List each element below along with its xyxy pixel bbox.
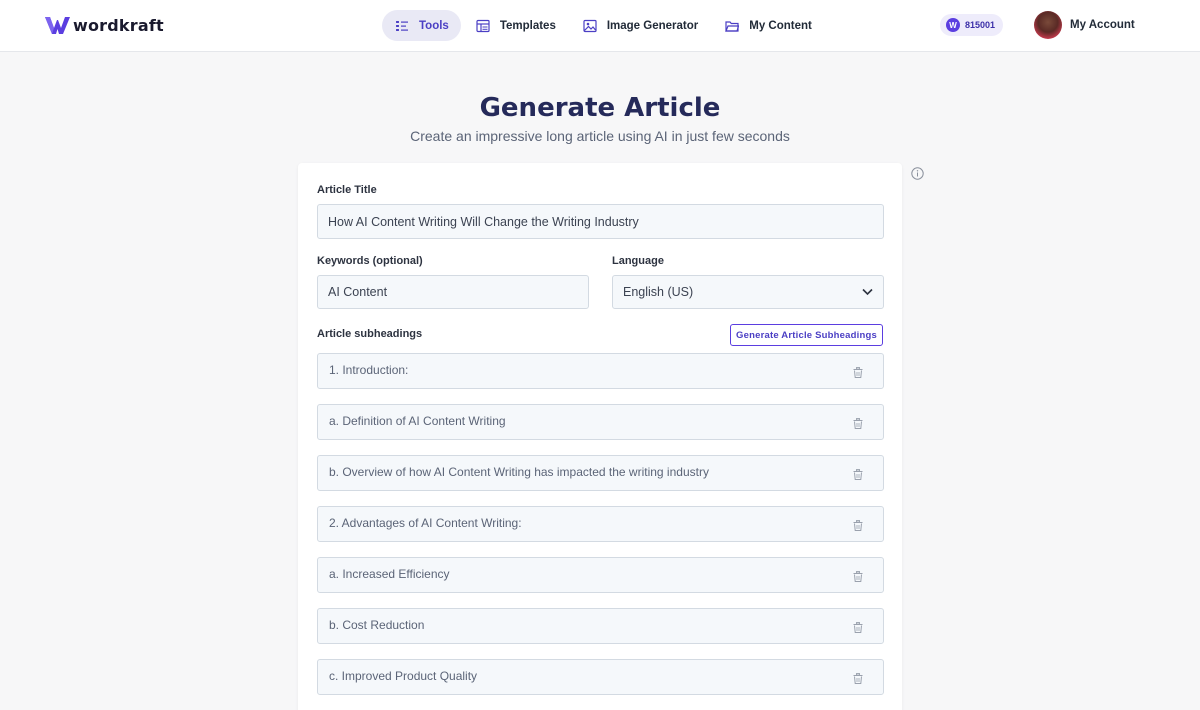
top-nav-bar: wordkraft Tools Templates Image Generato… bbox=[0, 0, 1200, 52]
keywords-input[interactable]: AI Content bbox=[317, 275, 589, 309]
subheadings-label: Article subheadings bbox=[317, 328, 423, 340]
page-subtitle: Create an impressive long article using … bbox=[410, 128, 790, 144]
subheading-row[interactable]: 2. Advantages of AI Content Writing: bbox=[317, 506, 884, 542]
keywords-label: Keywords (optional) bbox=[317, 255, 423, 267]
image-icon bbox=[583, 19, 597, 32]
trash-icon[interactable] bbox=[853, 673, 863, 684]
brand-logo[interactable]: wordkraft bbox=[45, 14, 164, 36]
subheading-row[interactable]: a. Definition of AI Content Writing bbox=[317, 404, 884, 440]
brand-name: wordkraft bbox=[73, 15, 164, 35]
subheading-text[interactable]: b. Overview of how AI Content Writing ha… bbox=[329, 465, 709, 479]
nav-image-generator-label: Image Generator bbox=[606, 19, 699, 32]
info-icon[interactable] bbox=[911, 167, 924, 180]
credits-badge[interactable]: W 815001 bbox=[940, 14, 1003, 36]
nav-my-content-label: My Content bbox=[749, 19, 812, 32]
language-value: English (US) bbox=[623, 285, 694, 299]
subheading-row[interactable]: c. Improved Product Quality bbox=[317, 659, 884, 695]
trash-icon[interactable] bbox=[853, 571, 863, 582]
language-select[interactable]: English (US) bbox=[612, 275, 884, 309]
account-menu[interactable]: My Account bbox=[1034, 11, 1135, 39]
subheading-text[interactable]: c. Improved Product Quality bbox=[329, 669, 477, 683]
subheading-text[interactable]: 1. Introduction: bbox=[329, 363, 408, 377]
subheading-row[interactable]: b. Overview of how AI Content Writing ha… bbox=[317, 455, 884, 491]
trash-icon[interactable] bbox=[853, 469, 863, 480]
trash-icon[interactable] bbox=[853, 418, 863, 429]
nav-image-generator[interactable]: Image Generator bbox=[570, 10, 710, 41]
article-title-label: Article Title bbox=[317, 184, 377, 196]
avatar[interactable] bbox=[1034, 11, 1062, 39]
trash-icon[interactable] bbox=[853, 622, 863, 633]
page-title: Generate Article bbox=[479, 93, 721, 123]
nav-my-content[interactable]: My Content bbox=[712, 10, 824, 41]
credits-coin-icon: W bbox=[946, 18, 960, 32]
subheading-row[interactable]: 1. Introduction: bbox=[317, 353, 884, 389]
generate-subheadings-button[interactable]: Generate Article Subheadings bbox=[730, 324, 883, 346]
nav-tools[interactable]: Tools bbox=[382, 10, 461, 41]
subheading-text[interactable]: a. Increased Efficiency bbox=[329, 567, 450, 581]
subheading-row[interactable]: b. Cost Reduction bbox=[317, 608, 884, 644]
nav-templates[interactable]: Templates bbox=[463, 10, 568, 41]
chevron-down-icon bbox=[862, 288, 873, 296]
wordkraft-logo-icon bbox=[45, 16, 70, 34]
tools-icon bbox=[396, 20, 408, 31]
nav-tools-label: Tools bbox=[419, 19, 449, 32]
article-title-input[interactable]: How AI Content Writing Will Change the W… bbox=[317, 204, 884, 239]
templates-icon bbox=[476, 19, 490, 32]
language-label: Language bbox=[612, 255, 664, 267]
trash-icon[interactable] bbox=[853, 367, 863, 378]
trash-icon[interactable] bbox=[853, 520, 863, 531]
nav-templates-label: Templates bbox=[499, 19, 556, 32]
subheading-text[interactable]: b. Cost Reduction bbox=[329, 618, 424, 632]
subheading-text[interactable]: 2. Advantages of AI Content Writing: bbox=[329, 516, 522, 530]
folder-icon bbox=[725, 20, 740, 32]
account-label: My Account bbox=[1070, 19, 1135, 31]
subheading-text[interactable]: a. Definition of AI Content Writing bbox=[329, 414, 506, 428]
subheading-row[interactable]: a. Increased Efficiency bbox=[317, 557, 884, 593]
credits-value: 815001 bbox=[965, 20, 996, 30]
main-nav: Tools Templates Image Generator My Conte… bbox=[382, 10, 826, 41]
